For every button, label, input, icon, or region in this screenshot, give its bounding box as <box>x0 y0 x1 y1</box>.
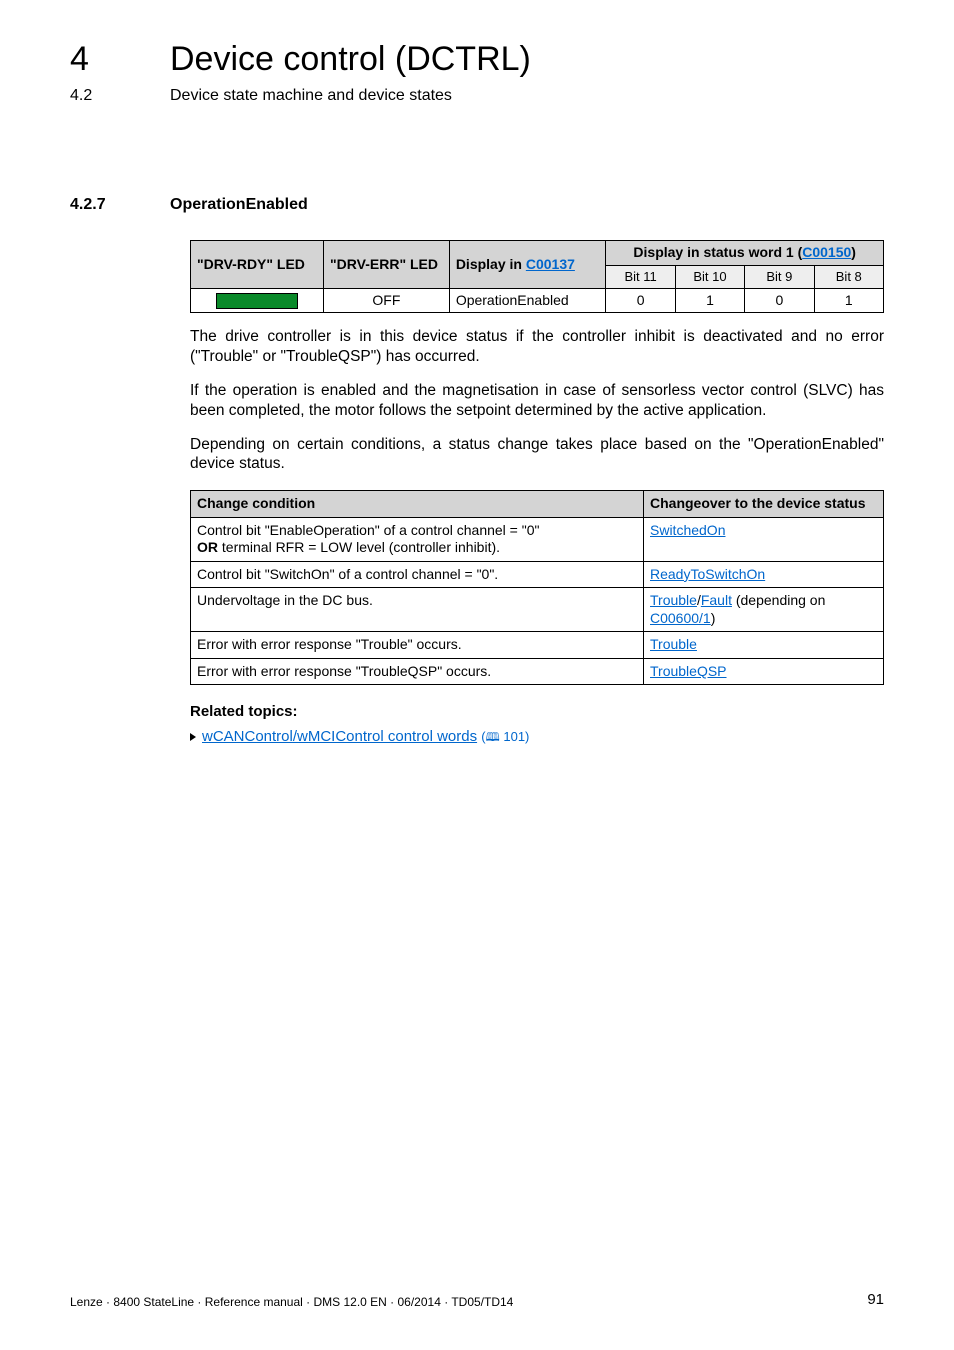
table-row: Control bit "EnableOperation" of a contr… <box>191 517 884 561</box>
link-wcancontrol[interactable]: wCANControl/wMCIControl control words <box>202 728 477 745</box>
changes-th-cond: Change condition <box>191 491 644 518</box>
section-number: 4.2.7 <box>70 195 106 215</box>
link-fault[interactable]: Fault <box>701 592 732 608</box>
changes-result-1: SwitchedOn <box>644 517 884 561</box>
status-sub-bit8: Bit 8 <box>814 265 883 288</box>
section-title: OperationEnabled <box>170 195 308 215</box>
table-row: Error with error response "Trouble" occu… <box>191 632 884 659</box>
status-th-word-suffix: ) <box>851 244 856 260</box>
changes-result-3: Trouble/Fault (depending on C00600/1) <box>644 588 884 632</box>
status-table: "DRV-RDY" LED "DRV-ERR" LED Display in C… <box>190 240 884 313</box>
status-th-display-prefix: Display in <box>456 256 526 272</box>
changes-th-result: Changeover to the device status <box>644 491 884 518</box>
changes-cond-3: Undervoltage in the DC bus. <box>191 588 644 632</box>
link-trouble[interactable]: Trouble <box>650 636 697 652</box>
related-ref: (🕮 101) <box>481 729 529 744</box>
end: ) <box>711 610 716 626</box>
content-area: "DRV-RDY" LED "DRV-ERR" LED Display in C… <box>190 240 884 747</box>
related-ref-text: 101) <box>500 729 530 744</box>
status-bit8: 1 <box>814 288 883 313</box>
link-c00137[interactable]: C00137 <box>526 256 575 272</box>
chapter-title: Device control (DCTRL) <box>170 38 531 81</box>
changes-cond-1b-rest: terminal RFR = LOW level (controller inh… <box>218 539 500 555</box>
status-th-word: Display in status word 1 (C00150) <box>606 241 884 266</box>
book-icon: 🕮 <box>486 730 500 745</box>
status-th-display: Display in C00137 <box>449 241 606 289</box>
arrow-icon <box>190 733 196 741</box>
sub-number: 4.2 <box>70 86 92 106</box>
changes-cond-1a: Control bit "EnableOperation" of a contr… <box>197 522 539 538</box>
changes-cond-1b-bold: OR <box>197 539 218 555</box>
status-led-cell <box>191 288 324 313</box>
related-heading: Related topics: <box>190 703 884 722</box>
status-th-drv-rdy: "DRV-RDY" LED <box>191 241 324 289</box>
changes-cond-5: Error with error response "TroubleQSP" o… <box>191 658 644 685</box>
table-row: Control bit "SwitchOn" of a control chan… <box>191 561 884 588</box>
link-switchedon[interactable]: SwitchedOn <box>650 522 725 538</box>
sub-title: Device state machine and device states <box>170 86 452 106</box>
link-c00150[interactable]: C00150 <box>802 244 851 260</box>
link-trouble-a[interactable]: Trouble <box>650 592 697 608</box>
status-display: OperationEnabled <box>449 288 606 313</box>
table-row: Undervoltage in the DC bus. Trouble/Faul… <box>191 588 884 632</box>
status-bit10: 1 <box>675 288 744 313</box>
changes-cond-4: Error with error response "Trouble" occu… <box>191 632 644 659</box>
status-th-word-prefix: Display in status word 1 ( <box>633 244 802 260</box>
mid: (depending on <box>732 592 825 608</box>
status-sub-bit11: Bit 11 <box>606 265 675 288</box>
changes-result-2: ReadyToSwitchOn <box>644 561 884 588</box>
changes-cond-2: Control bit "SwitchOn" of a control chan… <box>191 561 644 588</box>
page-number: 91 <box>867 1291 884 1310</box>
paragraph-1: The drive controller is in this device s… <box>190 327 884 367</box>
status-bit11: 0 <box>606 288 675 313</box>
related-link-line: wCANControl/wMCIControl control words (🕮… <box>190 728 884 747</box>
drv-rdy-led-icon <box>216 293 298 309</box>
paragraph-2: If the operation is enabled and the magn… <box>190 381 884 421</box>
table-row: Error with error response "TroubleQSP" o… <box>191 658 884 685</box>
footer-text: Lenze · 8400 StateLine · Reference manua… <box>70 1295 513 1310</box>
status-sub-bit9: Bit 9 <box>745 265 814 288</box>
link-c00600-1[interactable]: C00600/1 <box>650 610 711 626</box>
status-drv-err: OFF <box>324 288 450 313</box>
link-troubleqsp[interactable]: TroubleQSP <box>650 663 727 679</box>
status-bit9: 0 <box>745 288 814 313</box>
paragraph-3: Depending on certain conditions, a statu… <box>190 435 884 475</box>
separator-dashline: _ _ _ _ _ _ _ _ _ _ _ _ _ _ _ _ _ _ _ _ … <box>70 147 884 165</box>
link-readytoswitchon[interactable]: ReadyToSwitchOn <box>650 566 765 582</box>
status-sub-bit10: Bit 10 <box>675 265 744 288</box>
changes-cond-1: Control bit "EnableOperation" of a contr… <box>191 517 644 561</box>
changes-result-5: TroubleQSP <box>644 658 884 685</box>
changes-result-4: Trouble <box>644 632 884 659</box>
status-th-drv-err: "DRV-ERR" LED <box>324 241 450 289</box>
changes-table: Change condition Changeover to the devic… <box>190 490 884 685</box>
chapter-number: 4 <box>70 38 89 81</box>
